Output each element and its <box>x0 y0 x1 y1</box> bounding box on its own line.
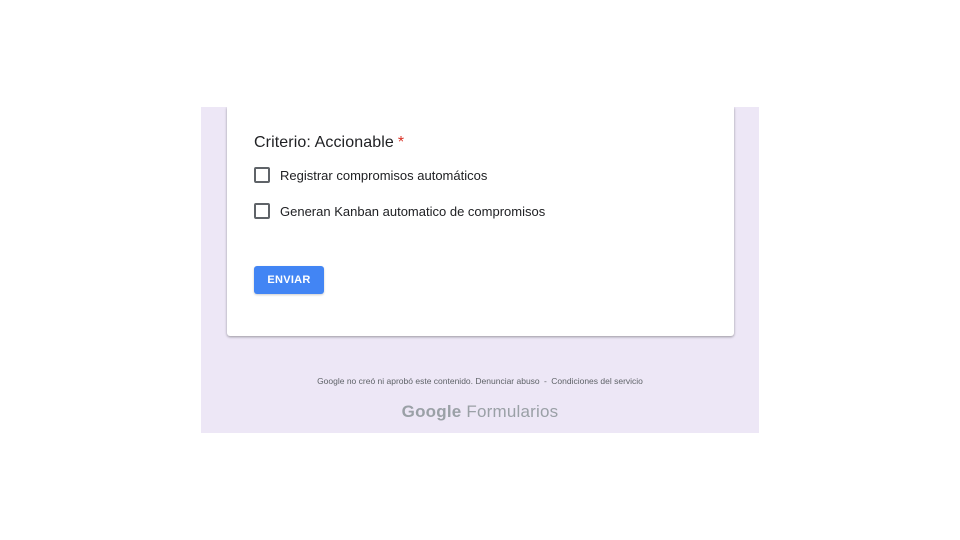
question-title: Criterio: Accionable * <box>254 134 404 152</box>
terms-link[interactable]: Condiciones del servicio <box>551 376 643 386</box>
google-forms-logo[interactable]: Google Formularios <box>201 402 759 422</box>
brand-product-text: Formularios <box>466 402 559 421</box>
checkbox[interactable] <box>254 203 270 219</box>
question-card: Criterio: Accionable * Registrar compromi… <box>227 107 734 336</box>
form-page: Criterio: Accionable * Registrar compromi… <box>201 107 759 433</box>
checkbox-option-kanban[interactable]: Generan Kanban automatico de compromisos <box>254 203 545 219</box>
question-title-text: Criterio: Accionable <box>254 134 394 151</box>
footer-disclaimer: Google no creó ni aprobó este contenido.… <box>201 376 759 386</box>
checkbox-label[interactable]: Generan Kanban automatico de compromisos <box>280 204 545 219</box>
footer-separator: - <box>544 376 547 386</box>
brand-google-text: Google <box>401 402 462 421</box>
disclaimer-text: Google no creó ni aprobó este contenido. <box>317 376 474 386</box>
report-abuse-link[interactable]: Denunciar abuso <box>475 376 539 386</box>
checkbox[interactable] <box>254 167 270 183</box>
checkbox-label[interactable]: Registrar compromisos automáticos <box>280 168 487 183</box>
submit-button[interactable]: ENVIAR <box>254 266 324 294</box>
required-asterisk: * <box>397 134 405 151</box>
checkbox-option-registrar[interactable]: Registrar compromisos automáticos <box>254 167 487 183</box>
